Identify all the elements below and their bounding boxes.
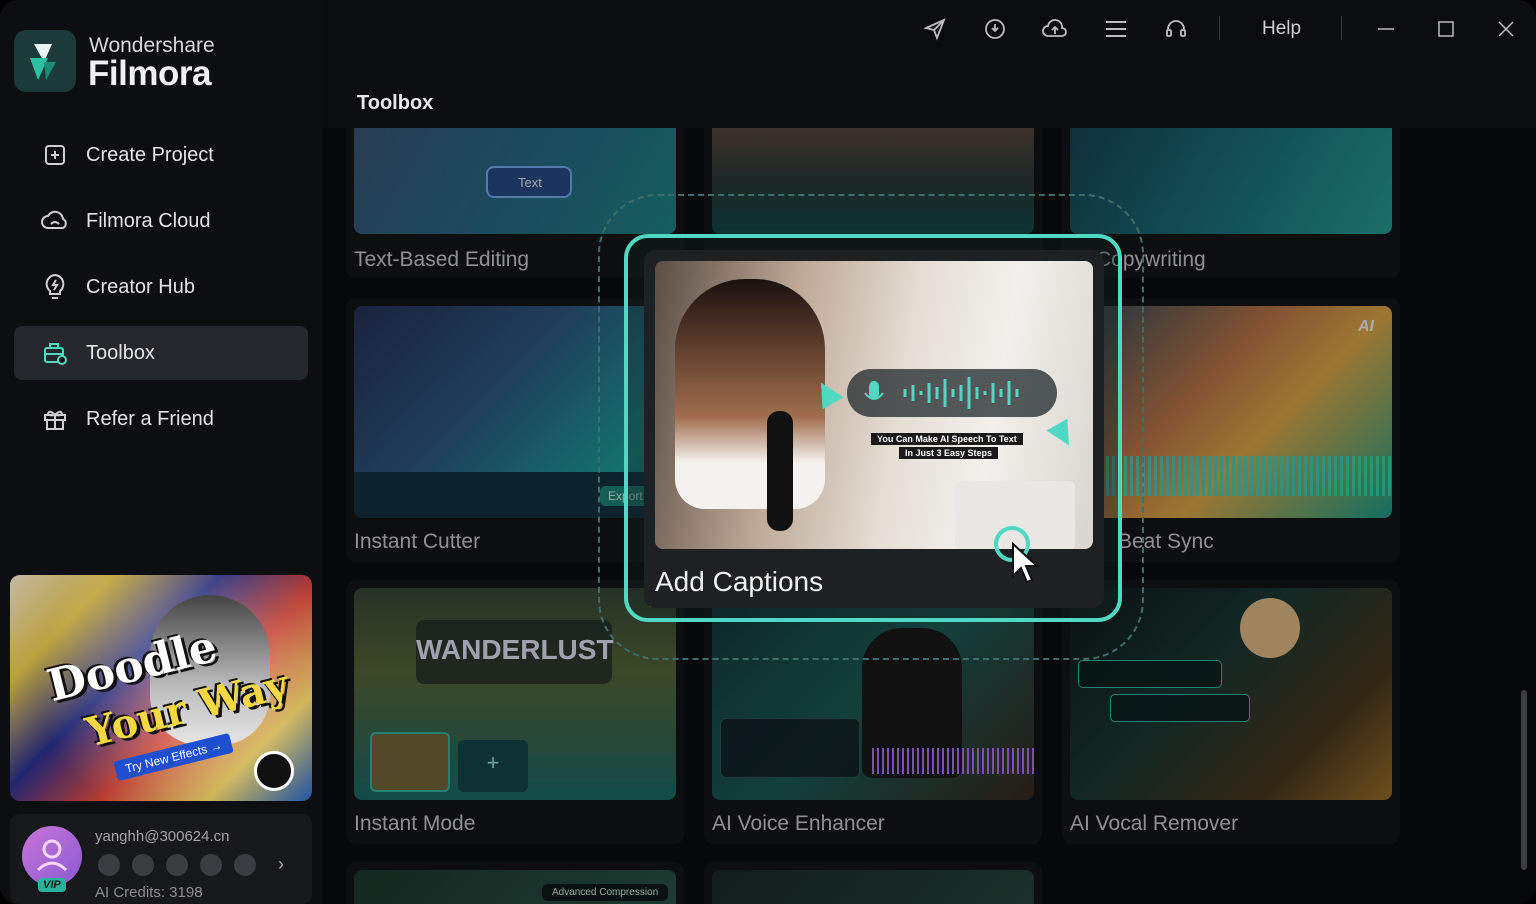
add-captions-label: Add Captions xyxy=(655,566,824,597)
smiley-icon xyxy=(254,751,294,791)
app-window: Wondershare Filmora Create Project Filmo… xyxy=(0,0,1536,904)
plus-square-icon xyxy=(40,140,70,170)
sidebar-item-label: Refer a Friend xyxy=(86,407,214,430)
gift-icon xyxy=(40,404,70,434)
title-bar: Help xyxy=(322,0,1536,58)
cloud-icon xyxy=(40,206,70,236)
send-icon[interactable] xyxy=(920,14,950,44)
scrollbar[interactable] xyxy=(1521,690,1527,870)
chevron-right-icon[interactable]: › xyxy=(278,854,284,875)
tool-thumbnail xyxy=(712,870,1034,904)
promo-banner[interactable]: Doodle Your Way Try New Effects → xyxy=(10,575,312,801)
vip-badge: VIP xyxy=(38,878,66,892)
cloud-sync-icon[interactable] xyxy=(1040,14,1070,44)
badge-icon xyxy=(98,854,120,876)
arrow-icon xyxy=(1046,418,1080,452)
caption-line-2: In Just 3 Easy Steps xyxy=(899,447,999,459)
add-captions-thumbnail[interactable]: You Can Make AI Speech To Text In Just 3… xyxy=(655,261,1093,549)
sidebar-item-create-project[interactable]: Create Project xyxy=(14,128,308,182)
tool-label: Instant Cutter xyxy=(354,530,481,553)
voice-pill xyxy=(847,369,1057,417)
compression-chip: Advanced Compression xyxy=(542,884,669,901)
microphone xyxy=(767,411,793,531)
sidebar-item-toolbox[interactable]: Toolbox xyxy=(14,326,308,380)
minimize-icon[interactable] xyxy=(1371,14,1401,44)
text-chip: Text xyxy=(486,166,572,198)
sidebar-item-filmora-cloud[interactable]: Filmora Cloud xyxy=(14,194,308,248)
mic-icon xyxy=(864,377,1019,409)
add-clip-icon: + xyxy=(458,740,528,792)
caption-line-1: You Can Make AI Speech To Text xyxy=(871,433,1023,445)
sidebar-item-label: Creator Hub xyxy=(86,275,195,298)
tool-card-compression[interactable]: Advanced Compression xyxy=(346,862,684,904)
sidebar-nav: Create Project Filmora Cloud Creator Hub… xyxy=(14,128,308,458)
page-title: Toolbox xyxy=(357,92,434,114)
sidebar-item-refer-a-friend[interactable]: Refer a Friend xyxy=(14,392,308,446)
badge-icon xyxy=(234,854,256,876)
maximize-icon[interactable] xyxy=(1431,14,1461,44)
divider xyxy=(1341,16,1342,40)
headset-icon[interactable] xyxy=(1161,14,1191,44)
divider xyxy=(1219,16,1220,40)
close-icon[interactable] xyxy=(1491,14,1521,44)
sidebar-item-label: Filmora Cloud xyxy=(86,209,211,232)
waveform xyxy=(872,748,1034,774)
cursor-icon xyxy=(1010,541,1040,591)
badge-icon xyxy=(166,854,188,876)
achievement-badges xyxy=(98,854,256,876)
help-button[interactable]: Help xyxy=(1262,18,1301,40)
speaker-portrait xyxy=(675,279,825,509)
tool-label: Instant Mode xyxy=(354,812,476,835)
tool-card-bottom[interactable] xyxy=(704,862,1042,904)
toolbox-icon xyxy=(40,338,70,368)
sidebar: Wondershare Filmora Create Project Filmo… xyxy=(0,0,322,904)
avatar[interactable] xyxy=(22,826,82,886)
ai-credits: AI Credits: 3198 xyxy=(95,884,203,901)
tool-label: AI Vocal Remover xyxy=(1070,812,1239,835)
ai-badge: AI xyxy=(1358,318,1374,335)
user-email: yanghh@300624.cn xyxy=(95,828,230,845)
bulb-icon xyxy=(40,272,70,302)
menu-icon[interactable] xyxy=(1101,14,1131,44)
sidebar-item-label: Toolbox xyxy=(86,341,155,364)
sidebar-item-creator-hub[interactable]: Creator Hub xyxy=(14,260,308,314)
badge-icon xyxy=(200,854,222,876)
download-icon[interactable] xyxy=(980,14,1010,44)
sidebar-item-label: Create Project xyxy=(86,143,214,166)
wanderlust-title: WANDERLUST xyxy=(416,620,614,684)
badge-icon xyxy=(132,854,154,876)
tool-thumbnail: Advanced Compression xyxy=(354,870,676,904)
tool-label: AI Voice Enhancer xyxy=(712,812,885,835)
filmora-logo xyxy=(14,30,76,92)
tool-label: Text-Based Editing xyxy=(354,248,530,271)
user-panel[interactable]: VIP yanghh@300624.cn › AI Credits: 3198 xyxy=(10,814,312,904)
brand-big: Filmora xyxy=(88,54,211,93)
